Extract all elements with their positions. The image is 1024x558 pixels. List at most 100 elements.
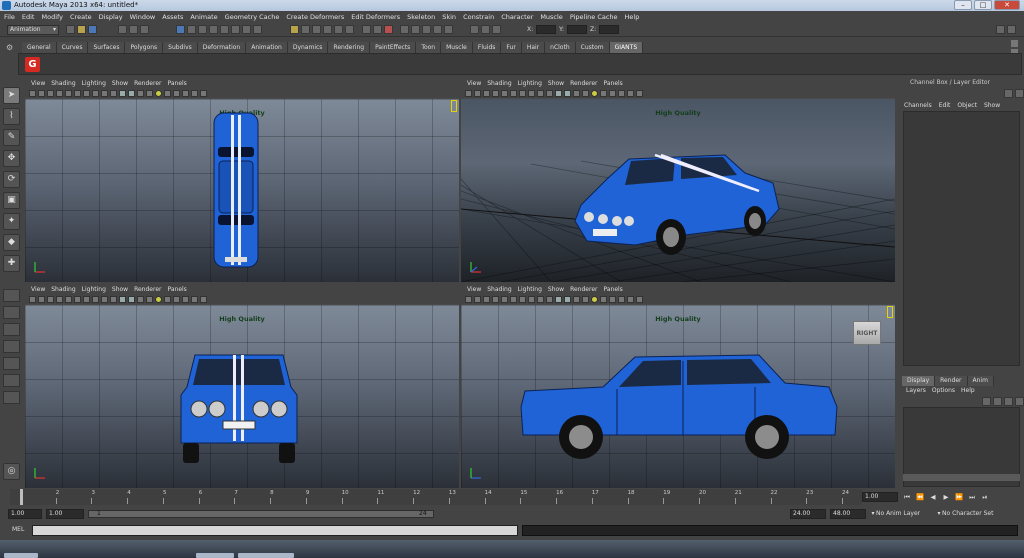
ipr-render-icon[interactable] (422, 25, 431, 34)
menu-edit-deformers[interactable]: Edit Deformers (351, 13, 400, 21)
shelf-tab-fur[interactable]: Fur (501, 42, 522, 53)
viewport-menu-shading[interactable]: Shading (51, 80, 75, 87)
image-plane-icon[interactable] (483, 295, 490, 303)
wireframe-icon[interactable] (555, 89, 562, 97)
high-quality-icon[interactable] (200, 89, 207, 97)
viewport-menu-show[interactable]: Show (548, 286, 564, 293)
new-layer-from-selection-icon[interactable] (1015, 397, 1024, 406)
safe-action-icon[interactable] (101, 295, 108, 303)
construction-history-icon[interactable] (384, 25, 393, 34)
mel-label[interactable]: MEL (12, 526, 24, 533)
image-plane-icon[interactable] (483, 89, 490, 97)
film-gate-icon[interactable] (501, 295, 508, 303)
play-backward-button[interactable]: ◀ (928, 492, 938, 502)
camera-attributes-icon[interactable] (29, 295, 36, 303)
viewport-top[interactable]: View Shading Lighting Show Renderer Pane… (25, 78, 459, 282)
output-ops-icon[interactable] (373, 25, 382, 34)
shadows-icon[interactable] (164, 295, 171, 303)
xray-icon[interactable] (609, 89, 616, 97)
mask-curves-icon[interactable] (198, 25, 207, 34)
resolution-gate-icon[interactable] (74, 295, 81, 303)
shelf-tab-dynamics[interactable]: Dynamics (287, 42, 329, 53)
viewport-side[interactable]: View Shading Lighting Show Renderer Pane… (461, 284, 895, 488)
step-forward-key-button[interactable]: ⏩ (954, 492, 964, 502)
shadows-icon[interactable] (164, 89, 171, 97)
snap-curve-icon[interactable] (312, 25, 321, 34)
viewport-menu-shading[interactable]: Shading (51, 286, 75, 293)
grid-toggle-icon[interactable] (492, 295, 499, 303)
viewport-menu-view[interactable]: View (467, 80, 481, 87)
shelf-tab-surfaces[interactable]: Surfaces (88, 42, 126, 53)
menu-file[interactable]: File (4, 13, 15, 21)
view-cube[interactable]: RIGHT (853, 321, 881, 345)
render-current-frame-icon[interactable] (411, 25, 420, 34)
anim-layer-dropdown[interactable]: ▾ No Anim Layer (870, 510, 920, 517)
smooth-shade-icon[interactable] (564, 295, 571, 303)
gate-mask-icon[interactable] (519, 295, 526, 303)
mask-rendering-icon[interactable] (242, 25, 251, 34)
bookmark-icon[interactable] (38, 295, 45, 303)
mask-dynamics-icon[interactable] (231, 25, 240, 34)
menu-window[interactable]: Window (130, 13, 156, 21)
paint-select-tool-icon[interactable]: ✎ (3, 129, 20, 146)
safe-title-icon[interactable] (546, 89, 553, 97)
snap-view-plane-icon[interactable] (334, 25, 343, 34)
xray-joints-icon[interactable] (618, 89, 625, 97)
use-all-lights-icon[interactable] (155, 295, 162, 303)
scale-tool-icon[interactable]: ▣ (3, 192, 20, 209)
new-scene-icon[interactable] (66, 25, 75, 34)
menu-create[interactable]: Create (70, 13, 92, 21)
menu-animate[interactable]: Animate (190, 13, 217, 21)
high-quality-icon[interactable] (636, 89, 643, 97)
go-to-end-button[interactable]: ⏭ (967, 492, 977, 502)
viewport-menu-panels[interactable]: Panels (603, 286, 622, 293)
viewport-canvas[interactable]: High Quality (25, 99, 459, 282)
wireframe-on-shaded-icon[interactable] (573, 89, 580, 97)
menu-set-dropdown[interactable]: Animation (7, 25, 59, 35)
menu-character[interactable]: Character (501, 13, 533, 21)
field-chart-icon[interactable] (92, 89, 99, 97)
shelf-tab-custom[interactable]: Custom (575, 42, 610, 53)
viewport-menu-lighting[interactable]: Lighting (518, 80, 542, 87)
new-empty-layer-icon[interactable] (1004, 397, 1013, 406)
help-menu[interactable]: Help (961, 387, 975, 394)
isolate-select-icon[interactable] (627, 295, 634, 303)
save-scene-icon[interactable] (88, 25, 97, 34)
shelf-tab-fluids[interactable]: Fluids (472, 42, 502, 53)
shelf-tab-animation[interactable]: Animation (246, 42, 288, 53)
viewport-menu-show[interactable]: Show (112, 80, 128, 87)
wireframe-on-shaded-icon[interactable] (137, 89, 144, 97)
grid-toggle-icon[interactable] (492, 89, 499, 97)
character-set-dropdown[interactable]: ▾ No Character Set (936, 510, 993, 517)
image-plane-icon[interactable] (47, 295, 54, 303)
toggle-attribute-editor-icon[interactable] (996, 25, 1005, 34)
universal-manipulator-icon[interactable]: ✦ (3, 213, 20, 230)
safe-action-icon[interactable] (537, 295, 544, 303)
shelf-tab-painteffects[interactable]: PaintEffects (370, 42, 417, 53)
shadows-icon[interactable] (600, 295, 607, 303)
viewport-menu-panels[interactable]: Panels (603, 80, 622, 87)
custom-layout-icon[interactable] (3, 391, 20, 404)
xray-icon[interactable] (173, 89, 180, 97)
shelf-tab-deformation[interactable]: Deformation (197, 42, 247, 53)
image-plane-icon[interactable] (47, 89, 54, 97)
taskbar-item[interactable] (238, 553, 294, 558)
shadows-icon[interactable] (600, 89, 607, 97)
menu-constrain[interactable]: Constrain (463, 13, 494, 21)
menu-create-deformers[interactable]: Create Deformers (286, 13, 344, 21)
playback-start-field[interactable]: 1.00 (46, 509, 84, 519)
rename-icon[interactable] (481, 25, 490, 34)
transform-mode-icon[interactable] (492, 25, 501, 34)
wireframe-icon[interactable] (555, 295, 562, 303)
lasso-tool-icon[interactable]: ⌇ (3, 108, 20, 125)
use-all-lights-icon[interactable] (591, 295, 598, 303)
viewport-menu-shading[interactable]: Shading (487, 80, 511, 87)
select-tool-icon[interactable]: ➤ (3, 87, 20, 104)
high-quality-icon[interactable] (200, 295, 207, 303)
wireframe-on-shaded-icon[interactable] (137, 295, 144, 303)
options-menu[interactable]: Options (932, 387, 955, 394)
channels-menu[interactable]: Channels (904, 102, 932, 109)
wireframe-icon[interactable] (119, 89, 126, 97)
object-menu[interactable]: Object (957, 102, 977, 109)
mask-deformers-icon[interactable] (220, 25, 229, 34)
